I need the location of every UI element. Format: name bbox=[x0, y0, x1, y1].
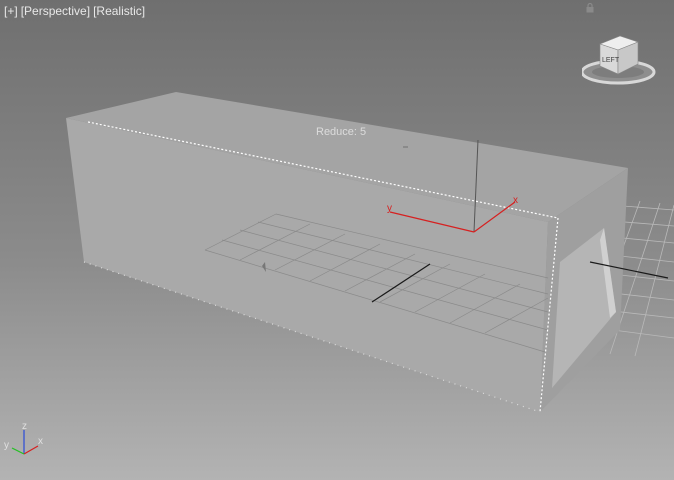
gizmo-x-label: x bbox=[513, 195, 518, 206]
axis-z-label: z bbox=[22, 421, 27, 432]
viewcube-face-label: LEFT bbox=[602, 57, 620, 64]
axis-y-label: y bbox=[4, 440, 9, 451]
viewcube-icon[interactable]: LEFT bbox=[582, 34, 660, 90]
gizmo-y-label: y bbox=[387, 203, 392, 214]
scene-canvas[interactable]: y x bbox=[0, 0, 674, 480]
reduce-status-text: Reduce: 5 bbox=[316, 126, 367, 138]
box-mesh[interactable] bbox=[66, 92, 628, 412]
axis-tripod: z x y bbox=[4, 421, 43, 455]
axis-x-label: x bbox=[38, 436, 43, 447]
perspective-viewport[interactable]: [+] [Perspective] [Realistic] y x Reduce… bbox=[0, 0, 674, 480]
